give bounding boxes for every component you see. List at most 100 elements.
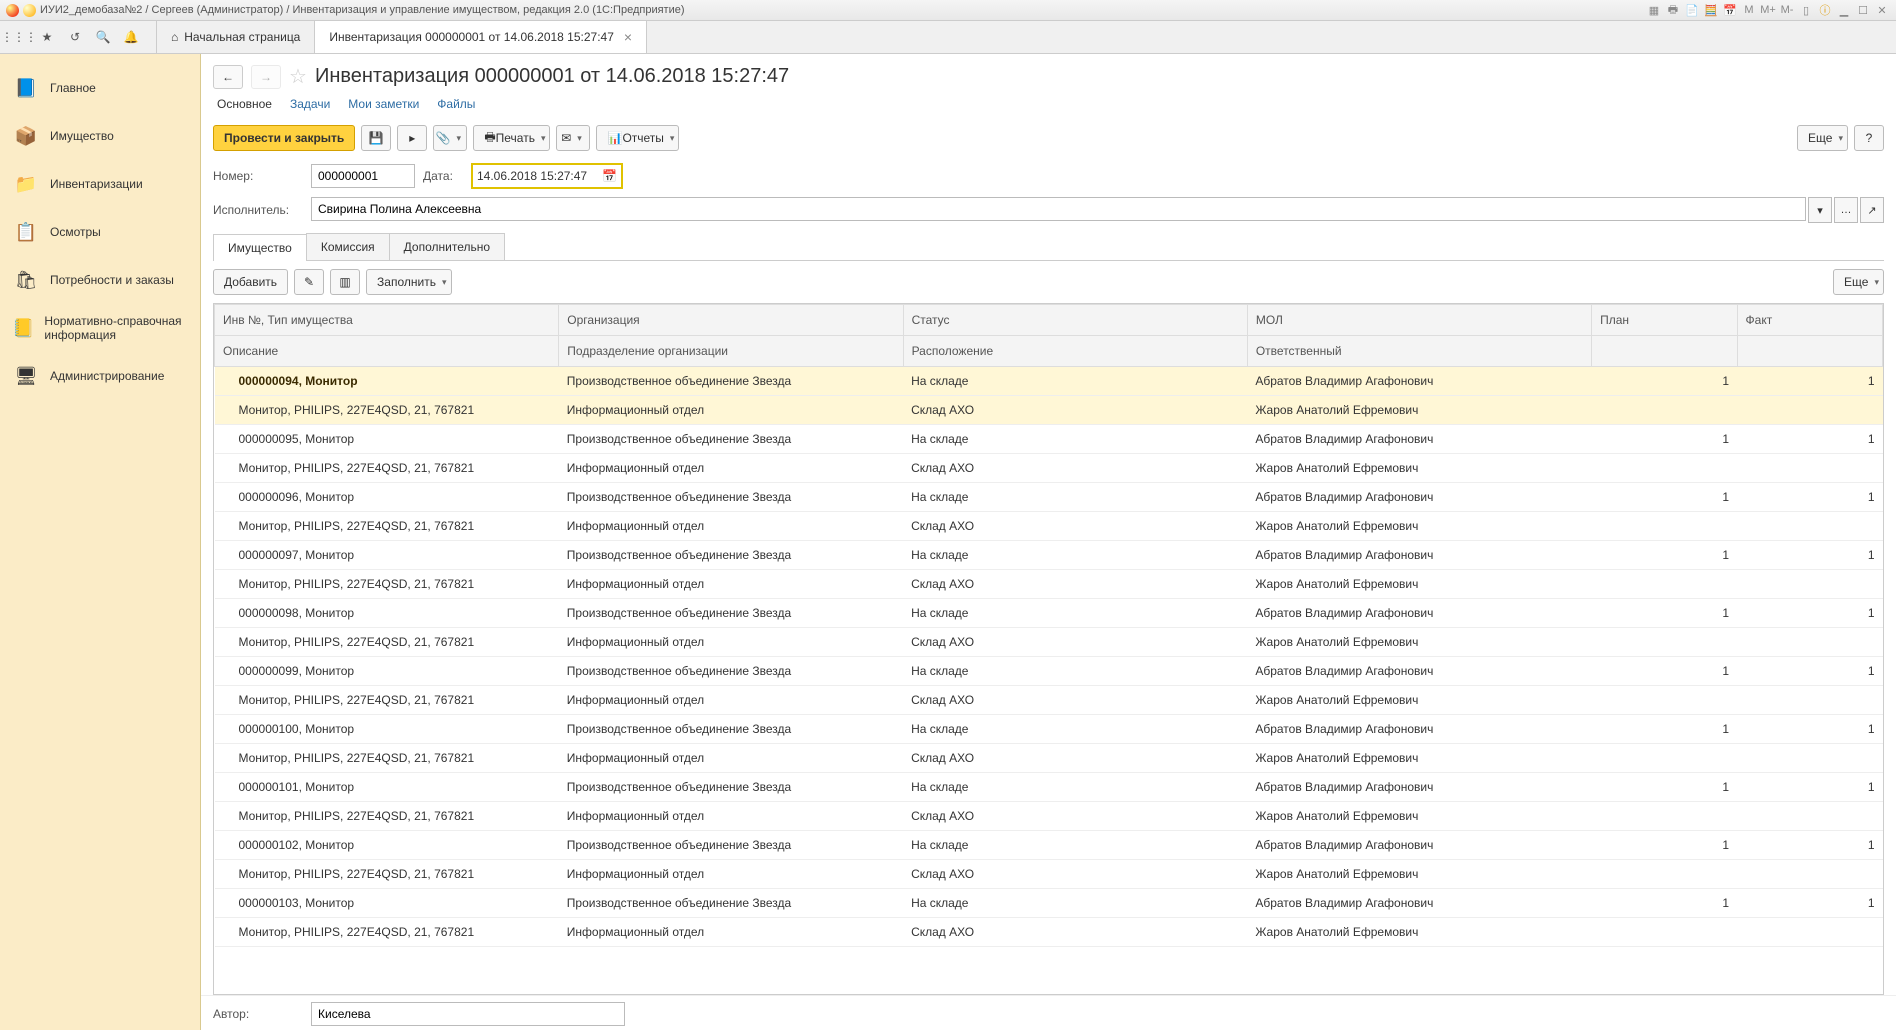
table-row-sub[interactable]: Монитор, PHILIPS, 227E4QSD, 21, 767821 И… xyxy=(215,512,1883,541)
btn-attach[interactable]: 📎▾ xyxy=(433,125,467,151)
cell-plan: 1 xyxy=(1592,657,1737,686)
btn-barcode[interactable]: ▥ xyxy=(330,269,360,295)
btn-more[interactable]: Еще▾ xyxy=(1797,125,1848,151)
tb-icon-2[interactable]: 🖶 xyxy=(1665,2,1681,18)
th-dept[interactable]: Подразделение организации xyxy=(559,336,903,367)
subnav-2[interactable]: Мои заметки xyxy=(348,97,419,111)
table-row[interactable]: 000000095, Монитор Производственное объе… xyxy=(215,425,1883,454)
sidebar-item-4[interactable]: 🛍Потребности и заказы xyxy=(0,256,200,304)
table-row-sub[interactable]: Монитор, PHILIPS, 227E4QSD, 21, 767821 И… xyxy=(215,744,1883,773)
tb-m1[interactable]: M xyxy=(1741,2,1757,18)
favorite-star[interactable]: ☆ xyxy=(289,64,307,89)
th-inv[interactable]: Инв №, Тип имущества xyxy=(215,305,559,336)
tab-document[interactable]: Инвентаризация 000000001 от 14.06.2018 1… xyxy=(315,21,647,53)
number-input[interactable] xyxy=(311,164,415,188)
maximize-icon[interactable]: ☐ xyxy=(1855,2,1871,18)
th-resp[interactable]: Ответственный xyxy=(1247,336,1591,367)
star-icon[interactable]: ★ xyxy=(34,24,60,50)
btn-edit[interactable]: ✎ xyxy=(294,269,324,295)
tab-close-icon[interactable]: × xyxy=(624,29,632,45)
th-desc[interactable]: Описание xyxy=(215,336,559,367)
subnav-1[interactable]: Задачи xyxy=(290,97,330,111)
th-plan[interactable]: План xyxy=(1592,305,1737,336)
btn-email[interactable]: ✉▾ xyxy=(556,125,590,151)
btn-print[interactable]: 🖶 Печать▾ xyxy=(473,125,550,151)
th-loc[interactable]: Расположение xyxy=(903,336,1247,367)
apps-icon[interactable]: ⋮⋮⋮ xyxy=(6,24,32,50)
table-row[interactable]: 000000096, Монитор Производственное объе… xyxy=(215,483,1883,512)
tb-m2[interactable]: M+ xyxy=(1760,2,1776,18)
executor-input[interactable] xyxy=(311,197,1806,221)
btn-reports[interactable]: 📊 Отчеты▾ xyxy=(596,125,679,151)
cell-desc: Монитор, PHILIPS, 227E4QSD, 21, 767821 xyxy=(215,860,559,889)
table-row[interactable]: 000000098, Монитор Производственное объе… xyxy=(215,599,1883,628)
table-row-sub[interactable]: Монитор, PHILIPS, 227E4QSD, 21, 767821 И… xyxy=(215,686,1883,715)
table-row-sub[interactable]: Монитор, PHILIPS, 227E4QSD, 21, 767821 И… xyxy=(215,918,1883,947)
search-icon[interactable]: 🔍 xyxy=(90,24,116,50)
inner-tab-0[interactable]: Имущество xyxy=(213,234,307,261)
cell-inv: 000000102, Монитор xyxy=(215,831,559,860)
info-icon[interactable]: ⓘ xyxy=(1817,2,1833,18)
table-row-sub[interactable]: Монитор, PHILIPS, 227E4QSD, 21, 767821 И… xyxy=(215,628,1883,657)
cell-fact: 1 xyxy=(1737,367,1882,396)
tb-icon-5[interactable]: 📅 xyxy=(1722,2,1738,18)
sidebar-item-5[interactable]: 📒Нормативно-справочная информация xyxy=(0,304,200,352)
cell-desc: Монитор, PHILIPS, 227E4QSD, 21, 767821 xyxy=(215,802,559,831)
tb-panel-icon[interactable]: ▯ xyxy=(1798,2,1814,18)
table-row[interactable]: 000000103, Монитор Производственное объе… xyxy=(215,889,1883,918)
calendar-icon[interactable]: 📅 xyxy=(602,169,617,183)
btn-add[interactable]: Добавить xyxy=(213,269,288,295)
btn-post[interactable]: ▸ xyxy=(397,125,427,151)
minimize-icon[interactable]: ▁ xyxy=(1836,2,1852,18)
sidebar-item-3[interactable]: 📋Осмотры xyxy=(0,208,200,256)
btn-more-inner[interactable]: Еще▾ xyxy=(1833,269,1884,295)
executor-open[interactable]: ↗ xyxy=(1860,197,1884,223)
sidebar-item-1[interactable]: 📦Имущество xyxy=(0,112,200,160)
author-input[interactable] xyxy=(311,1002,625,1026)
bell-icon[interactable]: 🔔 xyxy=(118,24,144,50)
executor-dropdown[interactable]: ▾ xyxy=(1808,197,1832,223)
btn-post-and-close[interactable]: Провести и закрыть xyxy=(213,125,355,151)
tb-icon-4[interactable]: 🧮 xyxy=(1703,2,1719,18)
table-row[interactable]: 000000102, Монитор Производственное объе… xyxy=(215,831,1883,860)
tb-icon-3[interactable]: 📄 xyxy=(1684,2,1700,18)
th-status[interactable]: Статус xyxy=(903,305,1247,336)
cell-status: На складе xyxy=(903,831,1247,860)
th-org[interactable]: Организация xyxy=(559,305,903,336)
btn-save[interactable]: 💾 xyxy=(361,125,391,151)
cell-status: На складе xyxy=(903,773,1247,802)
tb-m3[interactable]: M- xyxy=(1779,2,1795,18)
close-icon[interactable]: ✕ xyxy=(1874,2,1890,18)
sidebar-item-6[interactable]: 🖥Администрирование xyxy=(0,352,200,400)
sidebar-item-2[interactable]: 📁Инвентаризации xyxy=(0,160,200,208)
table-row-sub[interactable]: Монитор, PHILIPS, 227E4QSD, 21, 767821 И… xyxy=(215,860,1883,889)
sidebar-icon-1: 📦 xyxy=(12,122,40,150)
table-row[interactable]: 000000094, Монитор Производственное объе… xyxy=(215,367,1883,396)
table-row-sub[interactable]: Монитор, PHILIPS, 227E4QSD, 21, 767821 И… xyxy=(215,454,1883,483)
btn-help[interactable]: ? xyxy=(1854,125,1884,151)
nav-back[interactable]: ← xyxy=(213,65,243,89)
table-row[interactable]: 000000101, Монитор Производственное объе… xyxy=(215,773,1883,802)
table-row-sub[interactable]: Монитор, PHILIPS, 227E4QSD, 21, 767821 И… xyxy=(215,802,1883,831)
cell-mol: Абратов Владимир Агафонович xyxy=(1247,657,1591,686)
tab-home[interactable]: ⌂ Начальная страница xyxy=(156,21,315,53)
btn-fill[interactable]: Заполнить▾ xyxy=(366,269,451,295)
subnav-0[interactable]: Основное xyxy=(217,97,272,111)
tb-icon-1[interactable]: ▦ xyxy=(1646,2,1662,18)
sidebar-item-0[interactable]: 📘Главное xyxy=(0,64,200,112)
nav-forward[interactable]: → xyxy=(251,65,281,89)
inner-tab-2[interactable]: Дополнительно xyxy=(389,233,505,260)
th-fact[interactable]: Факт xyxy=(1737,305,1882,336)
subnav-3[interactable]: Файлы xyxy=(437,97,475,111)
date-input[interactable]: 14.06.2018 15:27:47 📅 xyxy=(471,163,623,189)
cell-inv: 000000101, Монитор xyxy=(215,773,559,802)
table-row[interactable]: 000000100, Монитор Производственное объе… xyxy=(215,715,1883,744)
th-mol[interactable]: МОЛ xyxy=(1247,305,1591,336)
table-row-sub[interactable]: Монитор, PHILIPS, 227E4QSD, 21, 767821 И… xyxy=(215,396,1883,425)
table-row[interactable]: 000000099, Монитор Производственное объе… xyxy=(215,657,1883,686)
executor-select[interactable]: … xyxy=(1834,197,1858,223)
history-icon[interactable]: ↺ xyxy=(62,24,88,50)
table-row[interactable]: 000000097, Монитор Производственное объе… xyxy=(215,541,1883,570)
inner-tab-1[interactable]: Комиссия xyxy=(306,233,390,260)
table-row-sub[interactable]: Монитор, PHILIPS, 227E4QSD, 21, 767821 И… xyxy=(215,570,1883,599)
